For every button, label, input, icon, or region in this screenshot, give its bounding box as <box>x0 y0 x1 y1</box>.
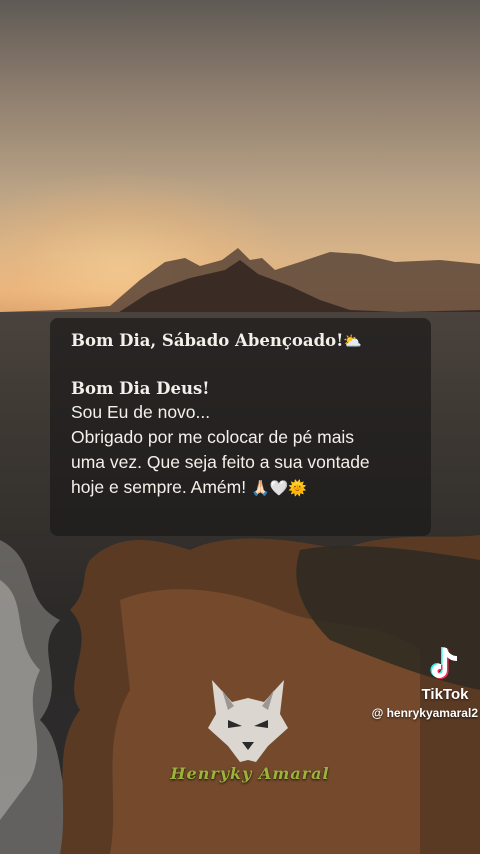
caption-title: Bom Dia, Sábado Abençoado!⛅ <box>71 331 363 350</box>
caption-card: Bom Dia, Sábado Abençoado!⛅ Bom Dia Deus… <box>50 318 431 536</box>
caption-line: uma vez. Que seja feito a sua vontade <box>71 452 370 472</box>
brand-name: Henryky Amaral <box>170 764 330 783</box>
tiktok-note-icon <box>412 645 478 687</box>
caption-line: hoje e sempre. Amém! 🙏🏻🤍🌞 <box>71 477 307 497</box>
caption-line: Sou Eu de novo... <box>71 402 211 422</box>
tiktok-username[interactable]: @ henrykyamaral2 <box>350 706 478 720</box>
video-frame[interactable]: Bom Dia, Sábado Abençoado!⛅ Bom Dia Deus… <box>0 0 480 854</box>
wolf-head-icon <box>208 680 288 762</box>
prayer-heart-sun-icons: 🙏🏻🤍🌞 <box>250 480 307 497</box>
sun-cloud-icon: ⛅ <box>343 332 363 350</box>
caption-greeting: Bom Dia Deus! <box>71 379 210 398</box>
caption-line: Obrigado por me colocar de pé mais <box>71 427 355 447</box>
tiktok-wordmark: TikTok <box>421 686 469 703</box>
